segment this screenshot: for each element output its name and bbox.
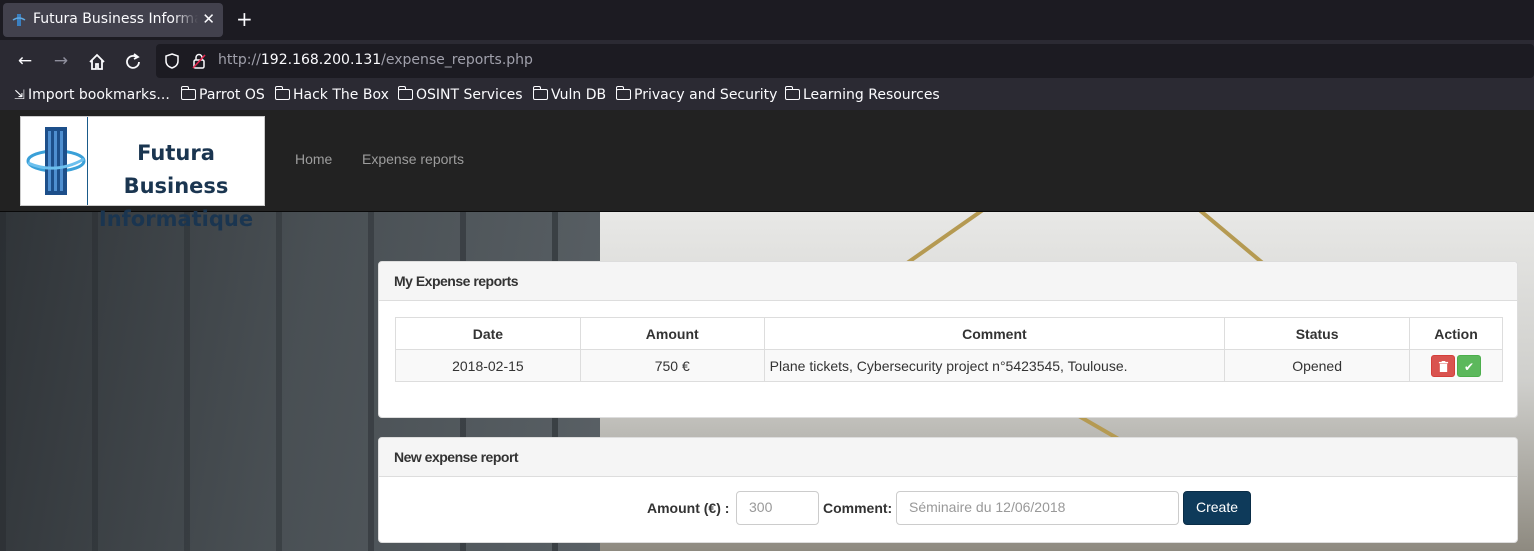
site-logo[interactable]: Futura Business Informatique: [20, 116, 265, 231]
browser-tab-bar: Futura Business Informatique ✕ +: [0, 0, 1534, 40]
bookmark-label: Vuln DB: [551, 87, 607, 103]
address-bar[interactable]: http://192.168.200.131/expense_reports.p…: [156, 44, 1534, 78]
expense-reports-table: Date Amount Comment Status Action 2018-0…: [395, 317, 1503, 382]
bookmark-vuln-db[interactable]: Vuln DB: [532, 86, 607, 103]
bookmark-label: Import bookmarks...: [28, 87, 170, 103]
url-host: 192.168.200.131: [260, 52, 382, 68]
table-row: 2018-02-15 750 € Plane tickets, Cybersec…: [395, 349, 1503, 382]
column-header-amount: Amount: [579, 317, 765, 350]
site-navbar: Futura Business Informatique Home Expens…: [0, 110, 1534, 231]
check-icon: ✔: [1463, 359, 1475, 374]
logo-line-2: Informatique: [98, 207, 254, 231]
logo-line-1: Futura Business: [123, 141, 229, 198]
tracking-shield-icon[interactable]: [164, 53, 180, 69]
panel-title: New expense report: [379, 438, 1517, 477]
bookmark-label: Hack The Box: [293, 87, 389, 103]
nav-home-link[interactable]: Home: [295, 151, 332, 167]
amount-label: Amount (€) :: [647, 500, 730, 516]
forward-icon[interactable]: →: [50, 50, 72, 72]
insecure-lock-icon[interactable]: [192, 53, 206, 69]
bookmark-label: Parrot OS: [199, 87, 265, 103]
logo-text: Futura Business Informatique: [87, 137, 265, 236]
delete-button[interactable]: [1431, 354, 1455, 377]
building-logo-icon: [26, 127, 86, 195]
url-path: /expense_reports.php: [381, 52, 533, 68]
bookmarks-bar: ⇲ Import bookmarks... Parrot OS Hack The …: [0, 82, 1534, 110]
approve-button[interactable]: ✔: [1457, 354, 1481, 377]
column-header-action: Action: [1409, 317, 1503, 350]
nav-expense-reports-link[interactable]: Expense reports: [362, 151, 464, 167]
new-tab-icon[interactable]: +: [236, 7, 253, 31]
browser-nav-bar: ← → http://192.168.200.131/expense_repor…: [0, 40, 1534, 82]
expense-reports-panel: My Expense reports Date Amount Comment S…: [378, 261, 1518, 418]
site-favicon-icon: [12, 14, 26, 26]
bookmark-learning-resources[interactable]: Learning Resources: [784, 86, 940, 103]
bookmark-osint-services[interactable]: OSINT Services: [397, 86, 523, 103]
create-button[interactable]: Create: [1183, 491, 1251, 525]
bookmark-import[interactable]: ⇲ Import bookmarks...: [14, 87, 170, 103]
folder-icon: [532, 86, 548, 100]
folder-icon: [784, 86, 800, 100]
comment-input[interactable]: Séminaire du 12/06/2018: [896, 491, 1179, 525]
import-icon: ⇲: [14, 88, 25, 103]
new-expense-form: Amount (€) : 300 Comment: Séminaire du 1…: [379, 491, 1517, 527]
url-text: http://192.168.200.131/expense_reports.p…: [218, 52, 533, 68]
column-header-date: Date: [395, 317, 581, 350]
table-header-row: Date Amount Comment Status Action: [395, 317, 1503, 350]
column-header-status: Status: [1224, 317, 1411, 350]
comment-label: Comment:: [823, 500, 893, 516]
folder-icon: [180, 86, 196, 100]
amount-input[interactable]: 300: [736, 491, 819, 525]
new-expense-panel: New expense report Amount (€) : 300 Comm…: [378, 437, 1518, 543]
bookmark-label: Privacy and Security: [634, 87, 778, 103]
cell-amount: 750 €: [579, 349, 765, 382]
url-prefix: http://: [218, 52, 261, 68]
browser-tab[interactable]: Futura Business Informatique ✕: [3, 3, 223, 37]
tab-title: Futura Business Informatique: [33, 11, 198, 27]
bookmark-label: OSINT Services: [416, 87, 523, 103]
column-header-comment: Comment: [763, 317, 1226, 350]
bookmark-label: Learning Resources: [803, 87, 940, 103]
bookmark-parrot-os[interactable]: Parrot OS: [180, 86, 265, 103]
folder-icon: [274, 86, 290, 100]
back-icon[interactable]: ←: [14, 50, 36, 72]
cell-comment: Plane tickets, Cybersecurity project n°5…: [763, 349, 1226, 382]
cell-date: 2018-02-15: [395, 349, 581, 382]
cell-action: ✔: [1409, 349, 1503, 382]
folder-icon: [615, 86, 631, 100]
web-page: Futura Business Informatique Home Expens…: [0, 110, 1534, 551]
bookmark-hack-the-box[interactable]: Hack The Box: [274, 86, 389, 103]
home-icon[interactable]: [86, 51, 108, 73]
panel-title: My Expense reports: [379, 262, 1517, 301]
reload-icon[interactable]: [122, 51, 144, 73]
tab-close-icon[interactable]: ✕: [202, 10, 215, 28]
trash-icon: [1438, 360, 1448, 372]
bookmark-privacy-security[interactable]: Privacy and Security: [615, 86, 778, 103]
cell-status: Opened: [1224, 349, 1411, 382]
folder-icon: [397, 86, 413, 100]
